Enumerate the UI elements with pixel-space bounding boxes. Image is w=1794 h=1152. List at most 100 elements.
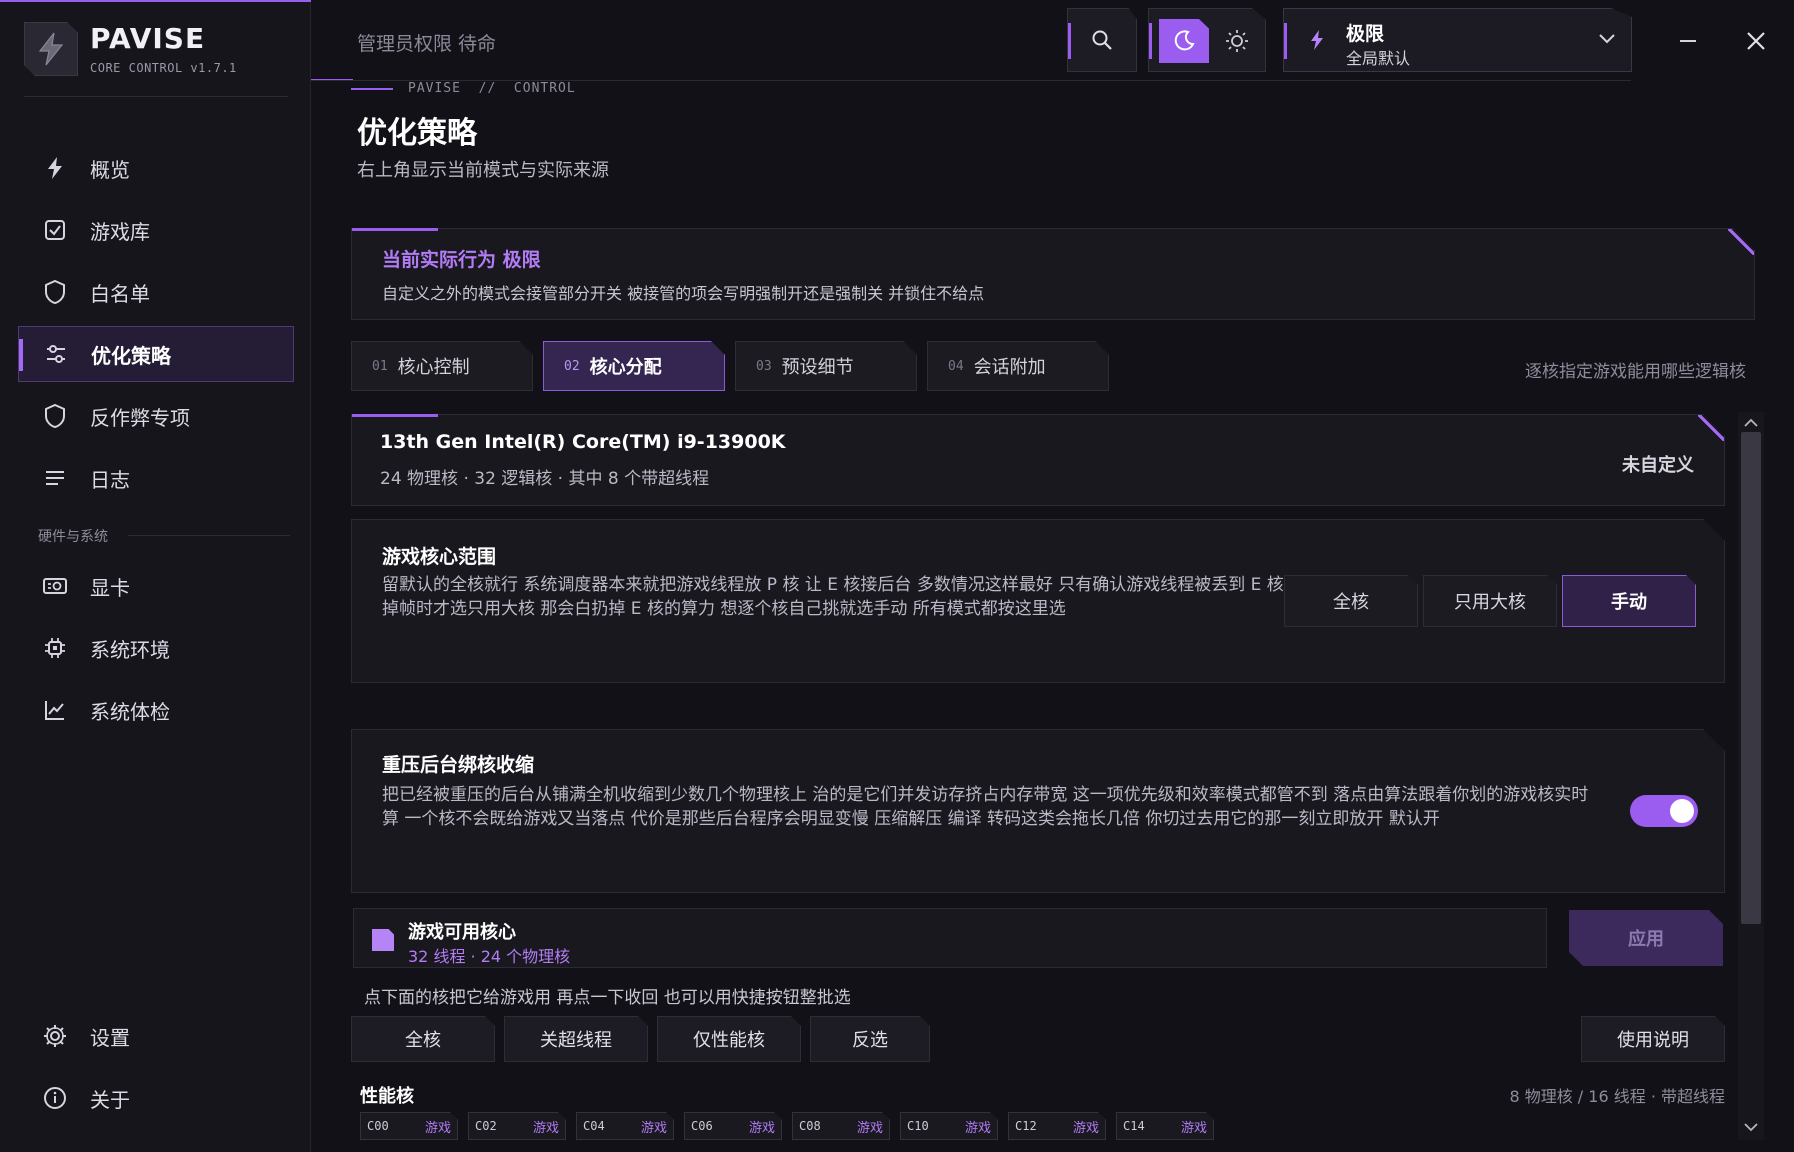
tab-session-extras[interactable]: 04 会话附加 — [927, 341, 1109, 391]
mode-selector[interactable]: 极限 全局默认 — [1283, 8, 1632, 72]
corner-mark — [1698, 415, 1724, 441]
sidebar-item-gpu[interactable]: 显卡 — [18, 558, 294, 614]
range-option-manual[interactable]: 手动 — [1562, 575, 1696, 627]
tab-number: 01 — [372, 358, 388, 374]
close-button[interactable] — [1736, 22, 1776, 60]
bolt-icon — [40, 153, 70, 183]
sidebar-item-system-env[interactable]: 系统环境 — [18, 620, 294, 676]
core-chip[interactable]: C00 游戏 — [360, 1112, 458, 1140]
apply-button[interactable]: 应用 — [1569, 910, 1723, 966]
core-chip[interactable]: C04 游戏 — [576, 1112, 674, 1140]
core-range-card: 游戏核心范围 留默认的全核就行 系统调度器本来就把游戏线程放 P 核 让 E 核… — [351, 519, 1725, 683]
shield-icon — [40, 277, 70, 307]
core-tag: 游戏 — [856, 1120, 883, 1136]
chevron-down-icon — [1599, 34, 1615, 44]
tab-core-control[interactable]: 01 核心控制 — [351, 341, 533, 391]
core-chip[interactable]: C08 游戏 — [792, 1112, 890, 1140]
core-chip[interactable]: C06 游戏 — [684, 1112, 782, 1140]
button-accent — [1068, 23, 1071, 59]
sidebar-item-label: 系统体检 — [90, 699, 170, 724]
range-option-big-cores[interactable]: 只用大核 — [1423, 575, 1557, 627]
sidebar-item-logs[interactable]: 日志 — [18, 450, 294, 506]
sidebar-item-optimization[interactable]: 优化策略 — [18, 326, 294, 382]
behavior-notice: 当前实际行为 极限 自定义之外的模式会接管部分开关 被接管的项会写明强制开还是强… — [351, 228, 1755, 320]
breadcrumb: PAVISE // CONTROL — [408, 81, 576, 96]
mode-title: 极限 — [1346, 23, 1385, 45]
info-icon — [40, 1083, 70, 1113]
core-tag: 游戏 — [532, 1120, 559, 1136]
breadcrumb-accent — [351, 88, 393, 90]
sidebar-item-whitelist[interactable]: 白名单 — [18, 264, 294, 320]
core-chip[interactable]: C12 游戏 — [1008, 1112, 1106, 1140]
brand-version: CORE CONTROL v1.7.1 — [90, 61, 237, 75]
sidebar-item-settings[interactable]: 设置 — [18, 1008, 294, 1064]
sidebar-item-overview[interactable]: 概览 — [18, 140, 294, 196]
admin-status: 管理员权限 待命 — [357, 33, 497, 55]
range-option-all-cores[interactable]: 全核 — [1284, 575, 1418, 627]
search-icon — [1092, 30, 1112, 50]
tab-number: 02 — [564, 358, 580, 374]
button-accent — [1284, 23, 1287, 59]
core-id: C06 — [691, 1119, 713, 1133]
active-indicator — [19, 339, 23, 371]
quick-invert[interactable]: 反选 — [810, 1016, 930, 1062]
core-tag: 游戏 — [1180, 1120, 1207, 1136]
scrollbar-thumb[interactable] — [1741, 432, 1761, 924]
quick-perf-cores-only[interactable]: 仅性能核 — [657, 1016, 801, 1062]
dark-theme-button[interactable] — [1159, 19, 1209, 63]
tab-core-allocation[interactable]: 02 核心分配 — [543, 341, 725, 391]
sidebar-item-about[interactable]: 关于 — [18, 1070, 294, 1126]
quick-disable-ht[interactable]: 关超线程 — [504, 1016, 648, 1062]
sidebar-item-label: 白名单 — [90, 281, 150, 306]
divider — [801, 80, 1631, 81]
core-id: C08 — [799, 1119, 821, 1133]
scroll-down-icon[interactable] — [1743, 1122, 1759, 1132]
available-cores-title: 游戏可用核心 — [408, 922, 516, 943]
chart-icon — [40, 695, 70, 725]
tab-number: 03 — [756, 358, 772, 374]
minimize-button[interactable] — [1668, 24, 1708, 58]
core-range-desc: 留默认的全核就行 系统调度器本来就把游戏线程放 P 核 让 E 核接后台 多数情… — [382, 575, 1284, 619]
button-accent — [1149, 23, 1152, 59]
tab-label: 核心控制 — [397, 357, 470, 378]
available-cores-count: 32 线程 · 24 个物理核 — [408, 947, 571, 966]
sidebar-item-health-check[interactable]: 系统体检 — [18, 682, 294, 738]
core-select-hint: 点下面的核把它给游戏用 再点一下收回 也可以用快捷按钮整批选 — [364, 988, 851, 1008]
usage-help-button[interactable]: 使用说明 — [1581, 1016, 1725, 1062]
section-label-hardware: 硬件与系统 — [38, 529, 108, 545]
checkbox-icon — [40, 215, 70, 245]
gear-icon — [40, 1021, 70, 1051]
sidebar-item-game-library[interactable]: 游戏库 — [18, 202, 294, 258]
light-theme-button[interactable] — [1215, 19, 1259, 63]
core-tag: 游戏 — [748, 1120, 775, 1136]
tab-preset-details[interactable]: 03 预设细节 — [735, 341, 917, 391]
core-chip[interactable]: C10 游戏 — [900, 1112, 998, 1140]
notice-body: 自定义之外的模式会接管部分开关 被接管的项会写明强制开还是强制关 并锁住不给点 — [382, 284, 985, 303]
shield-icon — [40, 401, 70, 431]
search-button[interactable] — [1067, 8, 1137, 72]
chip-icon — [40, 633, 70, 663]
sidebar-item-label: 设置 — [90, 1025, 130, 1050]
perf-cores-summary: 8 物理核 / 16 线程 · 带超线程 — [1509, 1087, 1725, 1106]
brand-name: PAVISE — [90, 22, 206, 55]
quick-select-all[interactable]: 全核 — [351, 1016, 495, 1062]
tab-label: 会话附加 — [973, 357, 1046, 378]
sidebar: PAVISE CORE CONTROL v1.7.1 概览 游戏库 白名单 优化… — [0, 0, 311, 1152]
cpu-card: 13th Gen Intel(R) Core(TM) i9-13900K 24 … — [351, 414, 1725, 506]
tabs-hint: 逐核指定游戏能用哪些逻辑核 — [1525, 362, 1746, 382]
toggle-knob — [1670, 799, 1694, 823]
sun-icon — [1226, 30, 1248, 52]
bg-bind-toggle[interactable] — [1630, 795, 1698, 827]
sidebar-item-label: 游戏库 — [90, 219, 150, 244]
theme-switch[interactable] — [1148, 8, 1266, 72]
scroll-up-icon[interactable] — [1743, 418, 1759, 428]
notice-title: 当前实际行为 极限 — [382, 249, 541, 271]
available-cores-summary: 游戏可用核心 32 线程 · 24 个物理核 — [353, 908, 1547, 968]
corner-mark — [1728, 229, 1754, 255]
sidebar-item-label: 反作弊专项 — [90, 405, 190, 430]
sidebar-item-anticheat[interactable]: 反作弊专项 — [18, 388, 294, 444]
minimize-icon — [1680, 40, 1696, 42]
core-chip[interactable]: C02 游戏 — [468, 1112, 566, 1140]
core-chip[interactable]: C14 游戏 — [1116, 1112, 1214, 1140]
sidebar-item-label: 日志 — [90, 467, 130, 492]
